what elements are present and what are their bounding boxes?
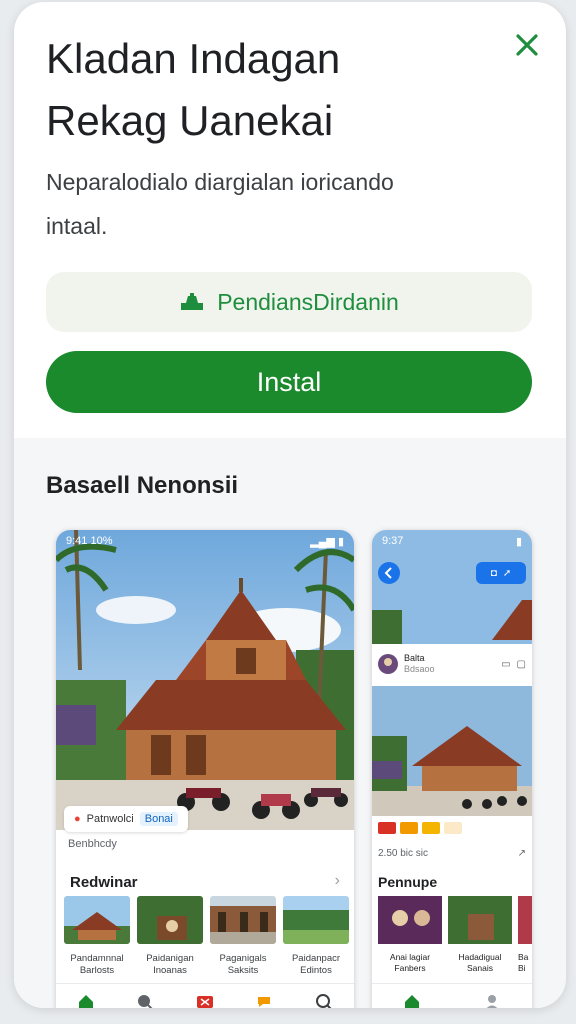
status-time: 9:41 10% — [66, 535, 113, 547]
thumbnail-image — [64, 896, 130, 944]
thumbnail-sub: Inoanas — [153, 965, 187, 976]
thumbnail-item[interactable]: Ba Bi — [518, 896, 532, 974]
section-title: Basaell Nenonsii — [46, 472, 239, 499]
thumbnail-title: Pandamnnal — [70, 953, 124, 964]
thumbnail-item[interactable]: Anai lagiar Fanbers — [378, 896, 442, 974]
chip-tag: Bonai — [139, 812, 178, 826]
thumbnail-sub: Edintos — [300, 965, 332, 976]
chevron-right-icon[interactable]: › — [335, 872, 340, 890]
profile-icon[interactable] — [482, 992, 502, 1008]
thumbnail-title: Paganigals — [219, 953, 267, 964]
share-icon: ➚ — [502, 567, 512, 579]
map-pin-icon: ● — [74, 813, 81, 825]
app-description: Neparalodialo diargialan ioricando intaa… — [46, 160, 466, 248]
bottom-nav — [372, 983, 532, 1008]
card-title: Redwinar — [70, 874, 138, 891]
screenshot-2[interactable]: 9:37 ▮ ◘ ➚ Balta Bdsaoo ▭ ▢ 2.50 bic sic… — [372, 530, 532, 1008]
thumbnail-title: Hadadigual — [458, 952, 502, 962]
thumbnail-image — [137, 896, 203, 944]
description-line2: intaal. — [46, 213, 108, 239]
avatar — [378, 654, 398, 674]
comment-icon[interactable]: ▢ — [517, 659, 526, 670]
thumbnail-item[interactable]: Hadadigual Sanais — [448, 896, 512, 974]
thumbnail-row: Anai lagiar Fanbers Hadadigual Sanais Ba Bi — [378, 896, 532, 974]
close-icon[interactable] — [512, 30, 542, 60]
share-icon[interactable]: ↗ — [518, 848, 526, 859]
thumbnail-sub: Fanbers — [394, 963, 426, 973]
share-button[interactable]: ◘ ➚ — [476, 562, 526, 584]
app-title-line2: Rekag Uanekai — [46, 97, 334, 144]
location-chip[interactable]: ● Patnwolci Bonai — [64, 806, 188, 832]
post-sub: Bdsaoo — [404, 664, 435, 674]
post-meta: 2.50 bic sic ↗ — [378, 848, 526, 859]
explore-icon[interactable] — [135, 992, 155, 1008]
battery-icon: ▂▄▆ ▮ — [310, 535, 344, 548]
search-icon[interactable] — [314, 992, 334, 1008]
tag-icon[interactable] — [444, 822, 462, 834]
status-bar: 9:41 10% ▂▄▆ ▮ — [56, 530, 354, 552]
recommend-card: Redwinar › Pandamnnal Barlosts Paidaniga… — [62, 866, 349, 984]
chat-icon[interactable] — [255, 992, 275, 1008]
thumbnail-sub: Sanais — [467, 963, 493, 973]
post-name: Balta — [404, 653, 425, 663]
thumbnail-item[interactable]: Paidanigan Inoanas — [137, 896, 203, 977]
thumbnail-title: Paidanpacr — [291, 953, 341, 964]
thumbnail-sub: Saksits — [227, 965, 259, 976]
store-icon — [181, 293, 204, 310]
gift-icon[interactable] — [400, 822, 418, 834]
thumbnail-image — [518, 896, 532, 944]
developer-label: PendiansDirdanin — [217, 288, 399, 315]
thumbnail-image — [283, 896, 349, 944]
home-icon[interactable] — [76, 992, 96, 1008]
app-title: Kladan Indagan Rekag Uanekai — [46, 28, 506, 152]
developer-badge[interactable]: PendiansDirdanin — [46, 272, 532, 332]
screenshots-section: Basaell Nenonsii 9:41 10% ▂▄▆ ▮ ● Patnwo… — [14, 438, 566, 1008]
thumbnail-item[interactable]: Paidanpacr Edintos — [283, 896, 349, 977]
temple-photo — [56, 530, 354, 830]
star-icon[interactable] — [422, 822, 440, 834]
byline: Benbhcdy — [68, 838, 117, 850]
card-title: Pennupe — [378, 874, 438, 890]
temple-photo — [372, 686, 532, 816]
thumbnail-image — [448, 896, 512, 944]
video-icon[interactable] — [195, 992, 215, 1008]
thumbnail-title: Paidanigan — [146, 953, 194, 964]
back-icon[interactable] — [378, 562, 400, 584]
status-bar: 9:37 ▮ — [372, 530, 532, 552]
thumbnail-row: Pandamnnal Barlosts Paidanigan Inoanas P… — [64, 896, 349, 977]
install-sheet: Kladan Indagan Rekag Uanekai Neparalodia… — [14, 2, 566, 1008]
thumbnail-title: Anai lagiar — [389, 952, 431, 962]
thumbnail-title: Ba — [518, 952, 529, 962]
install-button[interactable]: Instal — [46, 351, 532, 413]
thumbnail-sub: Bi — [518, 963, 526, 973]
bottom-nav — [56, 983, 354, 1008]
video-icon[interactable] — [378, 822, 396, 834]
quick-actions — [378, 822, 462, 834]
meta-text: 2.50 bic sic — [378, 848, 429, 859]
battery-icon: ▮ — [515, 535, 522, 548]
thumbnail-image — [378, 896, 442, 944]
thumbnail-item[interactable]: Pandamnnal Barlosts — [64, 896, 130, 977]
bookmark-icon[interactable]: ▭ — [501, 659, 510, 670]
home-icon[interactable] — [402, 992, 422, 1008]
camera-icon: ◘ — [490, 567, 497, 579]
thumbnail-item[interactable]: Paganigals Saksits — [210, 896, 276, 977]
description-line1: Neparalodialo diargialan ioricando — [46, 169, 394, 195]
thumbnail-sub: Barlosts — [79, 965, 115, 976]
status-time: 9:37 — [382, 535, 404, 547]
app-title-line1: Kladan Indagan — [46, 35, 341, 82]
post-header[interactable]: Balta Bdsaoo ▭ ▢ — [372, 644, 532, 684]
chip-label: Patnwolci — [86, 813, 134, 825]
screenshot-1[interactable]: 9:41 10% ▂▄▆ ▮ ● Patnwolci Bonai Benbhcd… — [56, 530, 354, 1008]
thumbnail-image — [210, 896, 276, 944]
